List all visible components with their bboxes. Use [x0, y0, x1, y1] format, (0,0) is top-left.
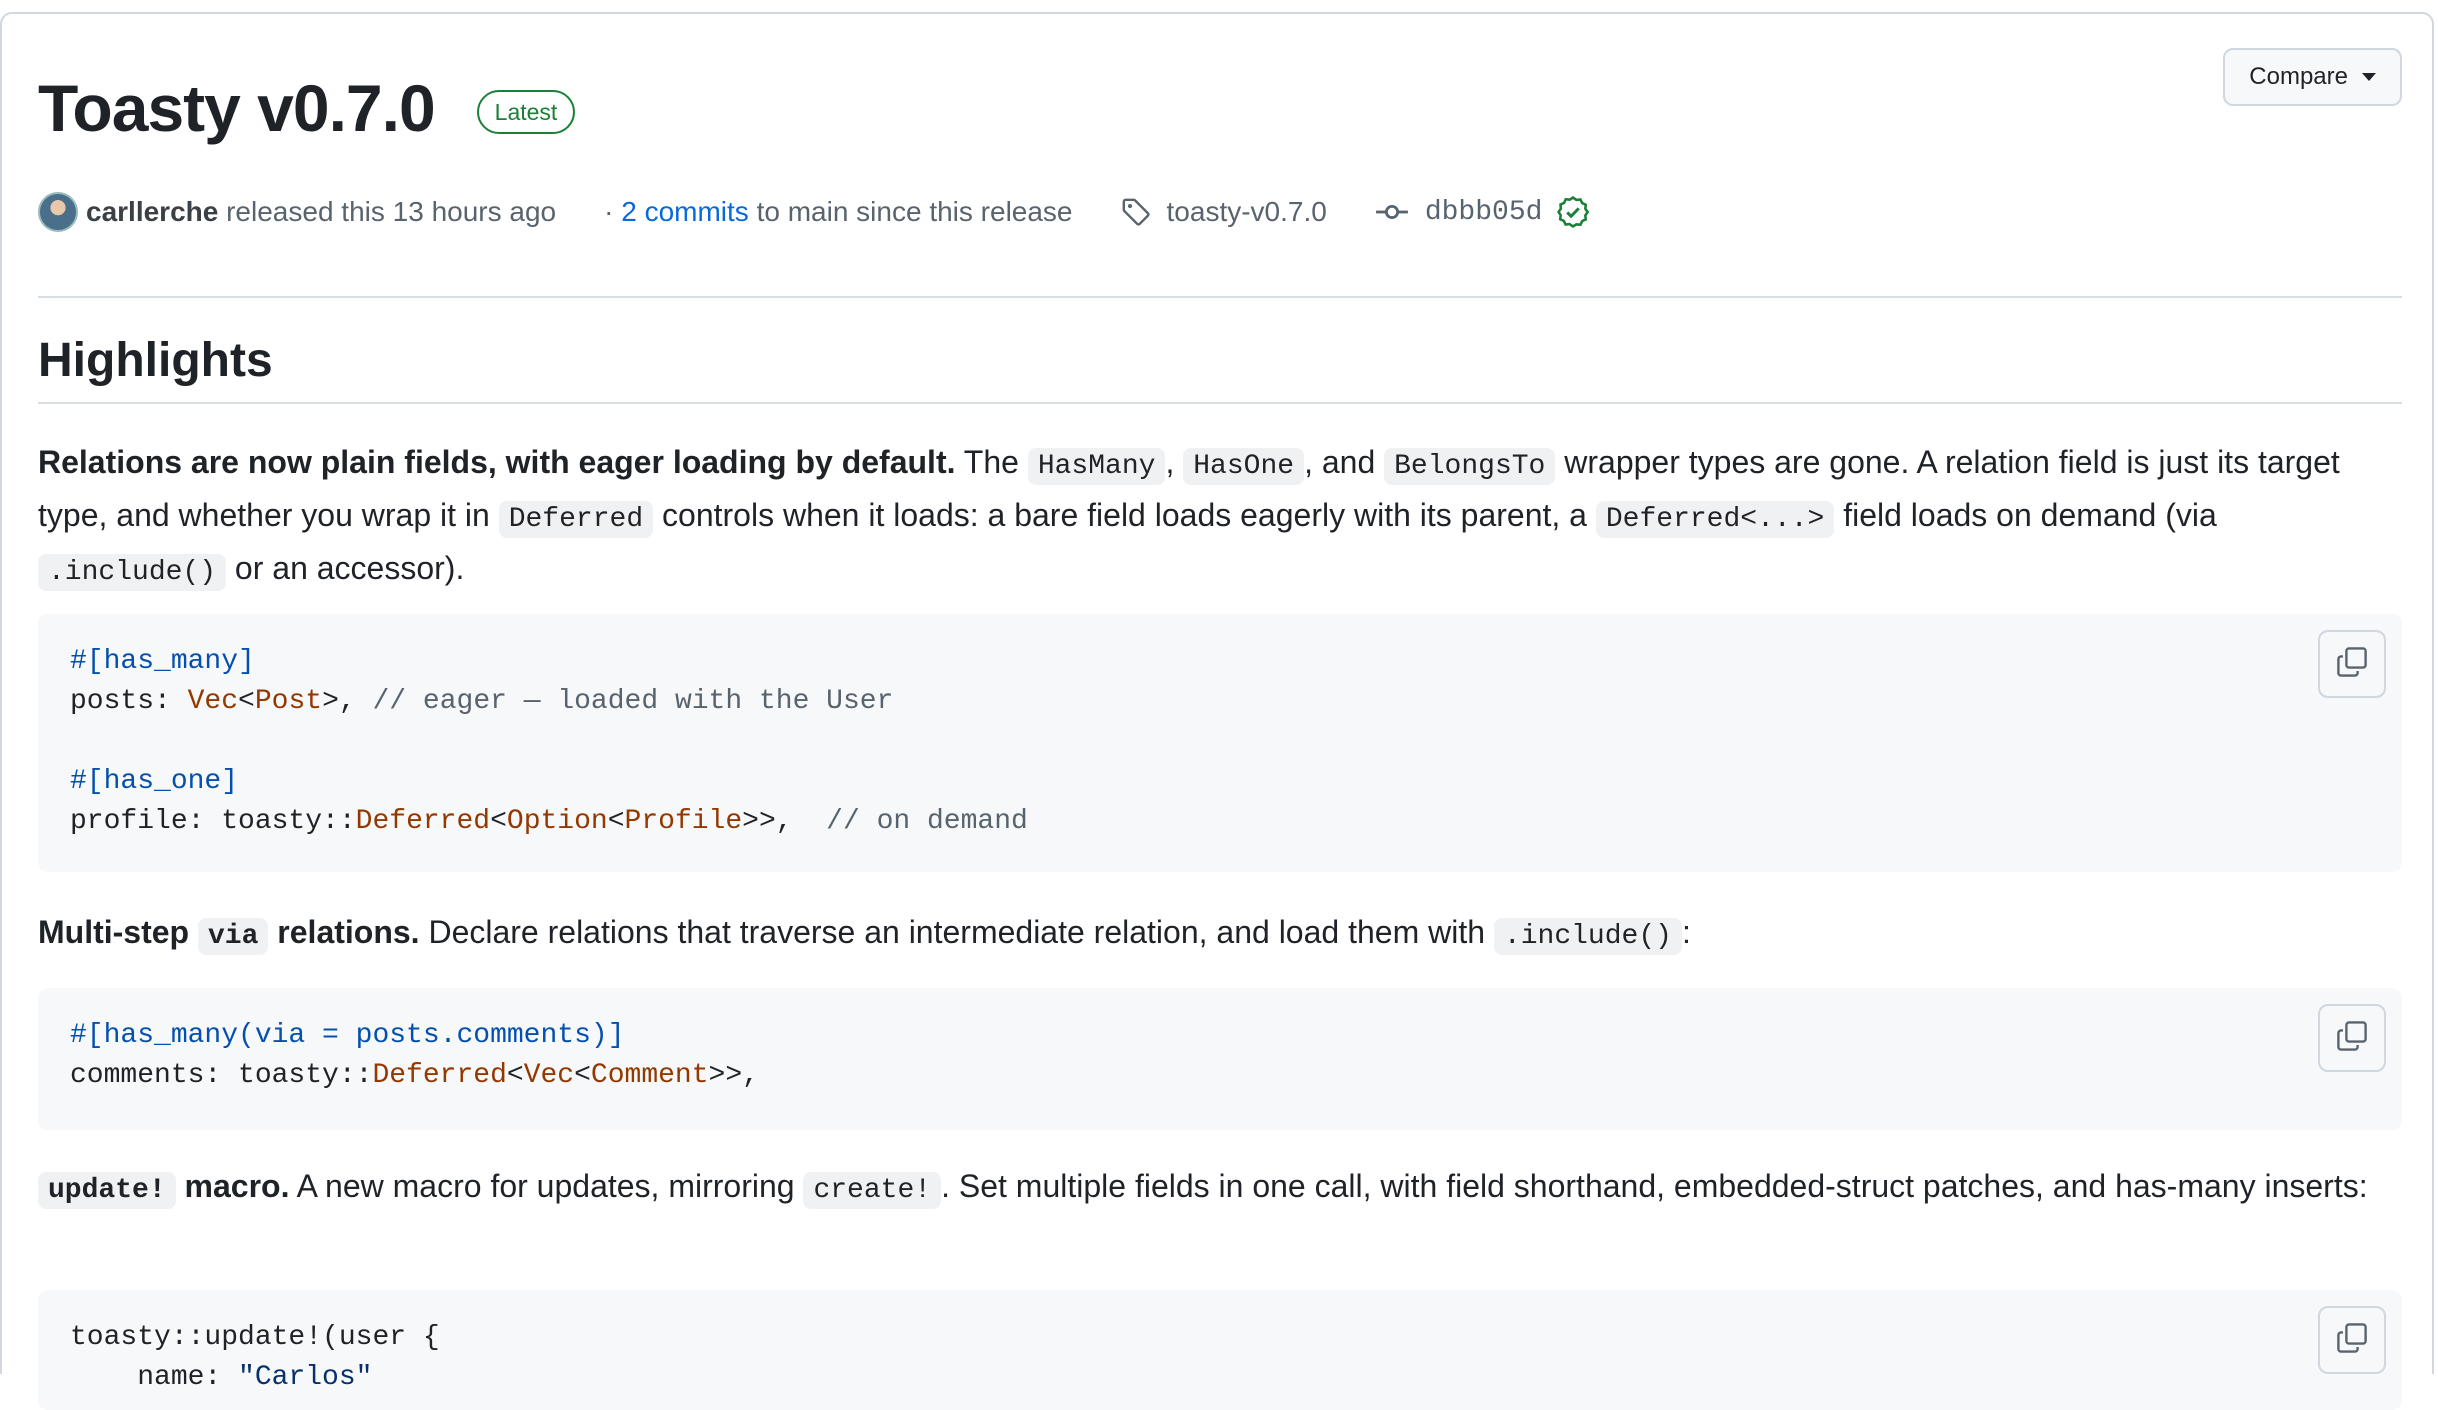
code-token: name:: [70, 1362, 239, 1393]
code-token: #[has_one]: [70, 766, 239, 797]
paragraph-relations: Relations are now plain fields, with eag…: [38, 438, 2402, 597]
copy-code-button[interactable]: [2318, 1004, 2386, 1072]
highlights-heading: Highlights: [38, 334, 273, 387]
para-text: or an accessor).: [226, 550, 465, 586]
git-commit-icon: [1375, 197, 1409, 227]
code-token: Deferred: [372, 1060, 507, 1091]
code-token: Option: [506, 806, 608, 837]
code-content[interactable]: toasty::update!(user { name: "Carlos": [70, 1318, 2370, 1398]
copy-icon: [2336, 646, 2368, 683]
commits-spacer: [749, 196, 757, 228]
para-text: , and: [1304, 444, 1385, 480]
release-header: Toasty v0.7.0 Latest: [38, 58, 576, 158]
author-link[interactable]: carllerche: [86, 196, 218, 228]
copy-icon: [2336, 1322, 2368, 1359]
triangle-down-icon: [2362, 73, 2376, 81]
code-token: <: [607, 806, 625, 837]
code-content[interactable]: #[has_many(via = posts.comments)] commen…: [70, 1016, 2370, 1096]
code-token: >,: [322, 686, 373, 717]
release-card: Toasty v0.7.0 Latest Compare carllerche …: [0, 12, 2434, 1410]
para-bold: Relations are now plain fields, with eag…: [38, 444, 956, 480]
avatar[interactable]: [38, 192, 78, 232]
para-bold: macro.: [175, 1168, 290, 1204]
code-token: "Carlos": [238, 1362, 373, 1393]
code-token: >>,: [708, 1060, 759, 1091]
latest-badge: Latest: [476, 90, 576, 134]
compare-label: Compare: [2249, 63, 2348, 90]
code-token: Vec: [523, 1060, 575, 1091]
code-token: posts:: [70, 686, 188, 717]
copy-icon: [2336, 1020, 2368, 1057]
separator-dot: ·: [604, 196, 622, 227]
code-token: Comment: [590, 1060, 709, 1091]
copy-code-button[interactable]: [2318, 1306, 2386, 1374]
code-token: Deferred: [355, 806, 491, 837]
divider: [38, 296, 2402, 298]
paragraph-via: Multi-step via relations. Declare relati…: [38, 908, 2402, 961]
inline-code: create!: [803, 1172, 942, 1209]
code-token: Profile: [624, 806, 743, 837]
commits-link[interactable]: 2 commits: [621, 196, 749, 228]
code-token: // on demand: [826, 806, 1028, 837]
code-token: <: [506, 1060, 524, 1091]
code-token: profile: toasty::: [70, 806, 356, 837]
copy-code-button[interactable]: [2318, 630, 2386, 698]
inline-code: .include(): [38, 554, 227, 591]
code-token: toasty::update!(user {: [70, 1322, 440, 1353]
para-text: field loads on demand (via: [1834, 497, 2217, 533]
commits-suffix: to main since this release: [756, 196, 1073, 227]
code-block: #[has_many] posts: Vec<Post>, // eager —…: [38, 614, 2402, 872]
para-text: The: [955, 444, 1028, 480]
code-token: // eager — loaded with the User: [372, 686, 894, 717]
released-text: [218, 196, 226, 228]
inline-code: via: [197, 918, 269, 955]
heading-divider: [38, 402, 2402, 404]
code-token: <: [490, 806, 507, 837]
code-block: toasty::update!(user { name: "Carlos": [38, 1290, 2402, 1410]
release-title[interactable]: Toasty v0.7.0: [38, 58, 436, 158]
compare-button[interactable]: Compare: [2223, 48, 2402, 106]
code-token: Post: [254, 686, 323, 717]
code-token: comments: toasty::: [70, 1060, 373, 1091]
tag-icon: [1121, 197, 1151, 227]
release-meta: carllerche released this 13 hours ago · …: [38, 186, 1590, 238]
inline-code: HasOne: [1183, 448, 1305, 485]
para-text: . Set multiple fields in one call, with …: [941, 1168, 2368, 1204]
code-block: #[has_many(via = posts.comments)] commen…: [38, 988, 2402, 1130]
inline-code: Deferred: [498, 501, 654, 538]
commit-sha-link[interactable]: dbbb05d: [1425, 197, 1543, 228]
code-token: <: [574, 1060, 591, 1091]
para-text: controls when it loads: a bare field loa…: [653, 497, 1596, 533]
verified-check-icon[interactable]: [1556, 195, 1590, 229]
inline-code: BelongsTo: [1384, 448, 1556, 485]
para-text: ,: [1165, 444, 1184, 480]
code-token: Vec: [187, 686, 239, 717]
para-text: A new macro for updates, mirroring: [289, 1168, 804, 1204]
para-bold: relations.: [268, 914, 420, 950]
para-bold: Multi-step: [38, 914, 198, 950]
code-token: #[has_many]: [70, 646, 255, 677]
inline-code: .include(): [1493, 918, 1682, 955]
tag-link[interactable]: toasty-v0.7.0: [1167, 196, 1327, 228]
released-time: released this 13 hours ago: [226, 196, 557, 227]
para-text: Declare relations that traverse an inter…: [419, 914, 1494, 950]
para-text: :: [1681, 914, 1691, 950]
paragraph-update-macro: update! macro. A new macro for updates, …: [38, 1162, 2402, 1215]
inline-code: update!: [38, 1172, 176, 1209]
code-token: <: [238, 686, 255, 717]
code-content[interactable]: #[has_many] posts: Vec<Post>, // eager —…: [70, 642, 2370, 842]
code-token: #[has_many(via = posts.comments)]: [70, 1020, 625, 1051]
code-token: >>,: [742, 806, 827, 837]
inline-code: HasMany: [1027, 448, 1166, 485]
inline-code: Deferred<...>: [1595, 501, 1835, 538]
